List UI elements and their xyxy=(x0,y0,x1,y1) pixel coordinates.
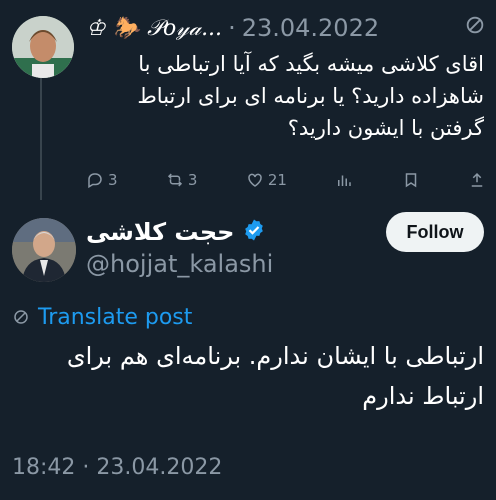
ban-icon xyxy=(464,14,486,42)
reply-icon xyxy=(88,173,102,189)
like-button[interactable]: 21 xyxy=(246,171,287,189)
main-tweet-text: ارتباطی با ایشان ندارم. برنامه‌ای هم برا… xyxy=(66,342,484,410)
reply-tweet[interactable]: ♔ 🐎 𝒫𝑜𝓎𝒶... · 23.04.2022 اقای کلاشی میشه… xyxy=(0,0,496,200)
main-tweet-timestamp[interactable]: 18:42 · 23.04.2022 xyxy=(12,455,222,480)
views-button[interactable] xyxy=(335,171,353,189)
translate-post-link[interactable]: Translate post xyxy=(12,302,192,332)
repost-icon xyxy=(167,173,182,187)
repost-count: 3 xyxy=(187,171,198,189)
share-icon xyxy=(471,172,483,187)
reply-author-name[interactable]: ♔ 🐎 𝒫𝑜𝓎𝒶... xyxy=(86,16,222,41)
repost-button[interactable]: 3 xyxy=(166,171,198,189)
reply-header: ♔ 🐎 𝒫𝑜𝓎𝒶... · 23.04.2022 xyxy=(86,12,486,44)
header-separator: · xyxy=(228,14,236,42)
like-count: 21 xyxy=(267,171,287,189)
main-author-name-row: حجت کلاشی xyxy=(86,214,266,250)
ban-icon xyxy=(14,310,28,324)
translate-label: Translate post xyxy=(38,304,193,330)
main-author-handle[interactable]: @hojjat_kalashi xyxy=(86,250,273,278)
main-author-name[interactable]: حجت کلاشی xyxy=(86,218,234,246)
bookmark-button[interactable] xyxy=(402,171,420,189)
follow-button[interactable]: Follow xyxy=(386,212,484,252)
views-chart-icon xyxy=(338,175,352,186)
main-author-avatar[interactable] xyxy=(12,218,76,282)
reply-text: اقای کلاشی میشه بگید که آیا ارتباطی با ش… xyxy=(137,52,484,140)
bookmark-icon xyxy=(405,173,416,188)
reply-date[interactable]: 23.04.2022 xyxy=(242,14,379,42)
reply-count: 3 xyxy=(108,171,118,189)
reply-action-bar: 3 3 21 xyxy=(86,168,486,192)
reply-author-avatar[interactable] xyxy=(12,16,74,78)
verified-badge-icon xyxy=(242,218,266,246)
heart-icon xyxy=(248,173,262,187)
share-button[interactable] xyxy=(468,171,486,189)
reply-button[interactable]: 3 xyxy=(86,171,118,189)
